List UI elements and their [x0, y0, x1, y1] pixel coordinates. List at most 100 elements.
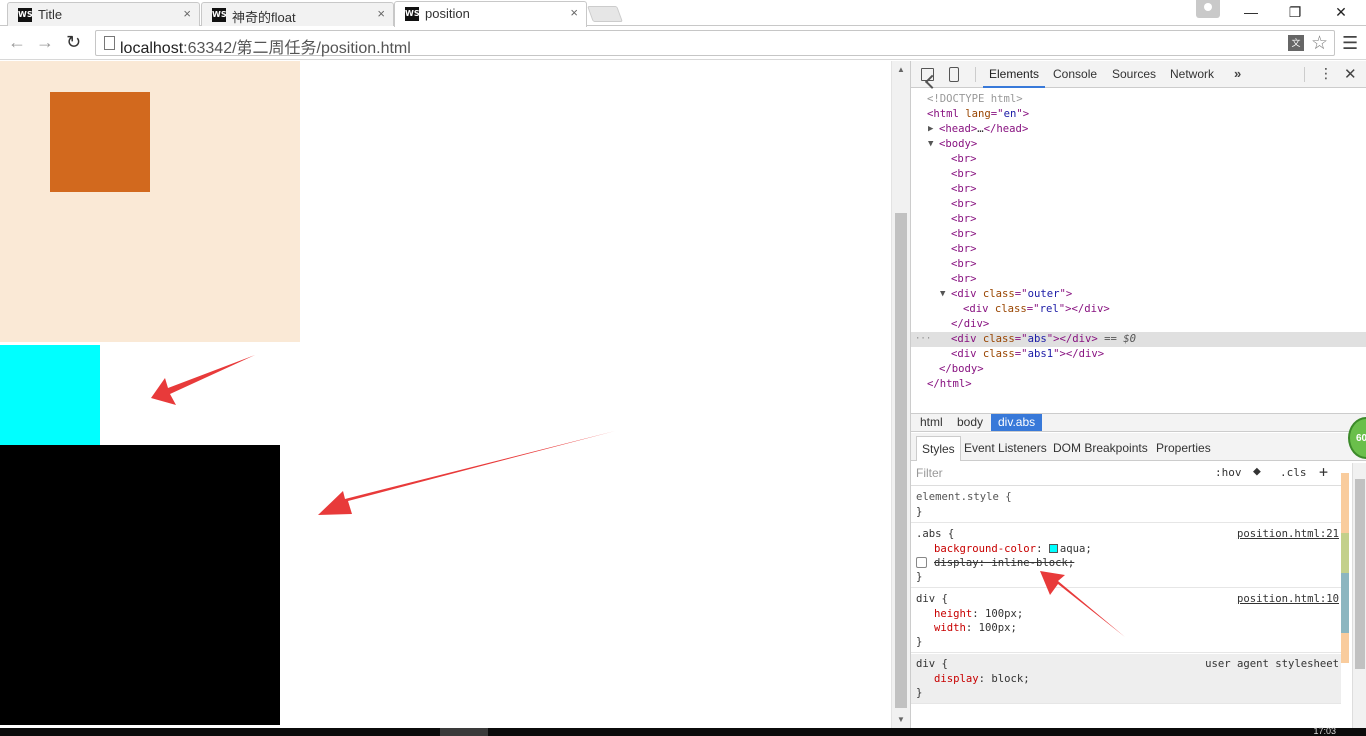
devtools-close-icon[interactable]: ✕ — [1344, 65, 1357, 83]
back-icon[interactable]: ← — [8, 32, 26, 53]
margin-strip — [1341, 473, 1349, 533]
more-tabs-icon[interactable]: » — [1234, 66, 1241, 81]
box-model-strip — [1341, 463, 1351, 663]
rule-close: } — [916, 687, 923, 699]
property-checkbox[interactable] — [916, 557, 927, 568]
property-display: display: block; — [934, 673, 1030, 685]
rule-close: } — [916, 636, 923, 648]
abs1-box — [0, 445, 280, 725]
close-icon[interactable]: × — [377, 6, 385, 21]
tab-properties[interactable]: Properties — [1151, 436, 1216, 461]
close-icon[interactable]: × — [570, 5, 578, 20]
kebab-menu-icon[interactable]: ⋮ — [1319, 65, 1333, 82]
rel-box — [50, 92, 150, 192]
translate-icon[interactable]: 文 — [1288, 35, 1304, 51]
dom-node[interactable]: ··· <div class="abs"></div> == $0 — [911, 332, 1366, 347]
breadcrumb-body[interactable]: body — [950, 414, 990, 431]
close-icon[interactable]: × — [183, 6, 191, 21]
add-rule-icon[interactable]: + — [1319, 463, 1328, 481]
outer-box — [0, 61, 300, 342]
page-viewport — [0, 61, 891, 728]
scroll-down-icon[interactable]: ▼ — [897, 715, 905, 724]
forward-icon[interactable]: → — [36, 32, 54, 53]
os-taskbar: 17:03 — [0, 726, 1366, 736]
url-host: localhost — [120, 40, 184, 57]
tab-float[interactable]: WS 神奇的float × — [201, 2, 394, 26]
styles-subtabs: Styles Event Listeners DOM Breakpoints P… — [911, 433, 1366, 461]
tab-network[interactable]: Network — [1170, 61, 1214, 88]
property-background-color[interactable]: background-color: aqua; — [934, 542, 1092, 556]
property-height[interactable]: height: 100px; — [934, 607, 1023, 621]
ua-source: user agent stylesheet — [1205, 658, 1339, 670]
more-options-icon[interactable]: ··· — [915, 332, 931, 347]
dom-tree: <!DOCTYPE html> <html lang="en"> ▶ <head>…<… — [911, 89, 1366, 412]
rule-close: } — [916, 571, 923, 583]
reload-icon[interactable]: ↻ — [66, 32, 81, 53]
minimize-button[interactable]: — — [1228, 0, 1274, 24]
color-swatch-icon[interactable] — [1048, 544, 1058, 553]
tab-label: 神奇的float — [232, 10, 296, 25]
address-bar[interactable]: localhost:63342/第二周任务/position.html 文 ☆ — [95, 30, 1335, 58]
webstorm-icon: WS — [212, 8, 227, 22]
taskbar-clock: 17:03 — [1313, 726, 1336, 736]
rule-element-style: element.style { } — [911, 487, 1341, 523]
padding-strip — [1341, 533, 1349, 573]
cls-toggle[interactable]: .cls — [1280, 466, 1307, 479]
rule-user-agent: div { user agent stylesheet display: blo… — [911, 654, 1341, 704]
property-width[interactable]: width: 100px; — [934, 621, 1017, 635]
rule-selector[interactable]: .abs { — [916, 527, 954, 541]
window-close-button[interactable]: ✕ — [1318, 0, 1364, 24]
browser-toolbar: ← → ↻ localhost:63342/第二周任务/position.htm… — [0, 27, 1366, 60]
url-path: :63342/第二周任务/position.html — [183, 40, 411, 57]
star-icon[interactable]: ☆ — [1311, 32, 1328, 55]
rule-div: div { position.html:10 height: 100px; wi… — [911, 589, 1341, 653]
tab-label: Title — [38, 7, 63, 22]
tab-styles[interactable]: Styles — [916, 436, 961, 461]
tab-sources[interactable]: Sources — [1112, 61, 1156, 88]
expand-triangle-icon[interactable]: ▶ — [928, 122, 933, 137]
inspect-element-icon[interactable] — [921, 68, 934, 81]
rule-selector[interactable]: div { — [916, 592, 948, 606]
collapse-triangle-icon[interactable]: ▼ — [940, 287, 945, 302]
divider — [975, 67, 976, 82]
webstorm-icon: WS — [18, 8, 33, 22]
diamond-icon[interactable]: ◆ — [1253, 464, 1261, 479]
property-display-disabled[interactable]: display: inline-block; — [934, 556, 1074, 570]
divider — [1304, 67, 1305, 82]
source-link[interactable]: position.html:21 — [1237, 527, 1339, 541]
devtools-toolbar: Elements Console Sources Network » ⋮ ✕ — [911, 61, 1366, 88]
margin-strip — [1341, 633, 1349, 663]
profile-icon[interactable] — [1196, 0, 1220, 18]
tab-title[interactable]: WS Title × — [7, 2, 200, 26]
menu-icon[interactable]: ☰ — [1342, 33, 1358, 54]
styles-scrollbar[interactable] — [1352, 463, 1366, 728]
new-tab-button[interactable] — [587, 6, 623, 22]
tab-console[interactable]: Console — [1053, 61, 1097, 88]
tab-elements[interactable]: Elements — [983, 61, 1046, 88]
scroll-up-icon[interactable]: ▲ — [897, 65, 905, 74]
content-strip — [1341, 573, 1349, 633]
hov-toggle[interactable]: :hov — [1215, 466, 1242, 479]
device-mode-icon[interactable] — [949, 67, 959, 82]
source-link[interactable]: position.html:10 — [1237, 592, 1339, 606]
rule-selector: div { — [916, 658, 948, 670]
restore-button[interactable]: ❐ — [1272, 0, 1318, 24]
tab-position[interactable]: WS position × — [394, 1, 587, 27]
collapse-triangle-icon[interactable]: ▼ — [928, 137, 933, 152]
scrollbar-thumb[interactable] — [1355, 479, 1365, 669]
url-text[interactable]: localhost:63342/第二周任务/position.html — [120, 34, 411, 58]
filter-input[interactable]: Filter — [916, 466, 943, 480]
tab-dom-breakpoints[interactable]: DOM Breakpoints — [1048, 436, 1153, 461]
styles-filter-bar: Filter :hov ◆ .cls + — [911, 461, 1341, 486]
breadcrumb-html[interactable]: html — [913, 414, 950, 431]
page-scrollbar[interactable]: ▲ ▼ — [891, 61, 910, 728]
tab-event-listeners[interactable]: Event Listeners — [959, 436, 1052, 461]
browser-tabstrip: WS Title × WS 神奇的float × WS position × —… — [0, 0, 1366, 27]
taskbar-button[interactable] — [440, 728, 488, 736]
webstorm-icon: WS — [405, 7, 420, 21]
breadcrumb-div-abs[interactable]: div.abs — [991, 414, 1043, 431]
tab-label: position — [425, 6, 470, 21]
breadcrumb: html body div.abs — [911, 413, 1366, 432]
scrollbar-thumb[interactable] — [895, 213, 907, 708]
rule-selector[interactable]: element.style { — [916, 490, 1012, 504]
